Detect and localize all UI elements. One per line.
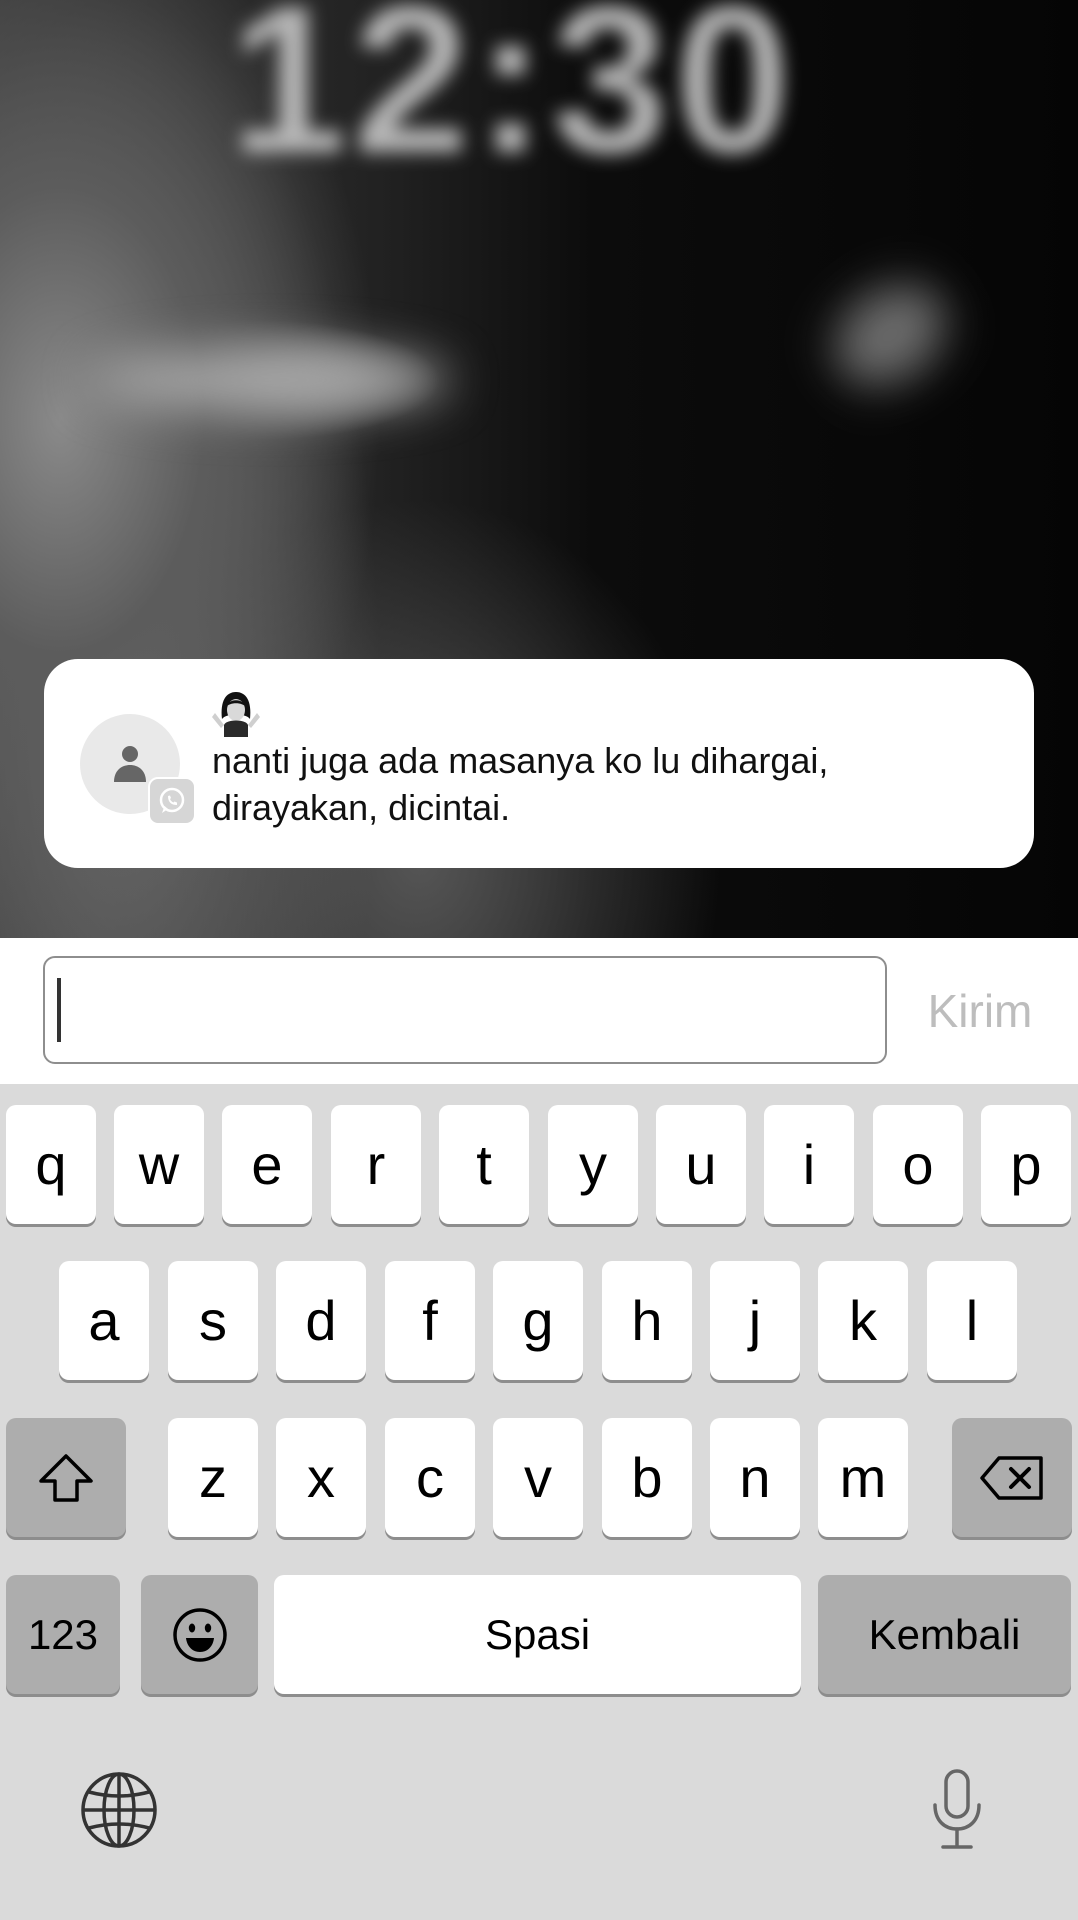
- shrug-woman-emoji-icon: [212, 692, 260, 737]
- key-h[interactable]: h: [602, 1261, 692, 1380]
- key-u[interactable]: u: [656, 1105, 746, 1224]
- key-q[interactable]: q: [6, 1105, 96, 1224]
- key-m[interactable]: m: [818, 1418, 908, 1537]
- send-button[interactable]: Kirim: [905, 986, 1055, 1036]
- key-c[interactable]: c: [385, 1418, 475, 1537]
- background-clock: 12:30: [230, 0, 798, 197]
- emoji-key[interactable]: [141, 1575, 258, 1694]
- globe-button[interactable]: [74, 1765, 164, 1855]
- key-n[interactable]: n: [710, 1418, 800, 1537]
- key-b[interactable]: b: [602, 1418, 692, 1537]
- reply-input[interactable]: [43, 956, 887, 1064]
- microphone-icon: [933, 1769, 981, 1849]
- key-y[interactable]: y: [548, 1105, 638, 1224]
- key-x[interactable]: x: [276, 1418, 366, 1537]
- globe-icon: [81, 1772, 157, 1848]
- reply-bar: Kirim: [0, 938, 1078, 1084]
- space-key[interactable]: Spasi: [274, 1575, 801, 1694]
- background-blur-blob: [815, 263, 965, 407]
- delete-key[interactable]: [952, 1418, 1072, 1537]
- backspace-icon: [980, 1455, 1043, 1500]
- whatsapp-icon: [159, 787, 185, 813]
- key-p[interactable]: p: [981, 1105, 1071, 1224]
- key-z[interactable]: z: [168, 1418, 258, 1537]
- key-l[interactable]: l: [927, 1261, 1017, 1380]
- keyboard: q w e r t y u i o p a s d f g h j k l z …: [0, 1084, 1078, 1920]
- key-f[interactable]: f: [385, 1261, 475, 1380]
- shift-key[interactable]: [6, 1418, 126, 1537]
- notification-card[interactable]: nanti juga ada masanya ko lu dihargai, d…: [44, 659, 1034, 868]
- key-s[interactable]: s: [168, 1261, 258, 1380]
- key-r[interactable]: r: [331, 1105, 421, 1224]
- notification-message: nanti juga ada masanya ko lu dihargai, d…: [212, 740, 829, 828]
- person-icon: [114, 746, 146, 782]
- background-blur-streak: [90, 350, 450, 410]
- key-w[interactable]: w: [114, 1105, 204, 1224]
- text-cursor: [57, 978, 61, 1042]
- key-e[interactable]: e: [222, 1105, 312, 1224]
- key-i[interactable]: i: [764, 1105, 854, 1224]
- key-t[interactable]: t: [439, 1105, 529, 1224]
- numbers-key[interactable]: 123: [6, 1575, 120, 1694]
- key-v[interactable]: v: [493, 1418, 583, 1537]
- key-d[interactable]: d: [276, 1261, 366, 1380]
- emoji-icon: [172, 1607, 227, 1662]
- return-key[interactable]: Kembali: [818, 1575, 1071, 1694]
- key-g[interactable]: g: [493, 1261, 583, 1380]
- key-j[interactable]: j: [710, 1261, 800, 1380]
- key-a[interactable]: a: [59, 1261, 149, 1380]
- shift-icon: [39, 1453, 93, 1502]
- whatsapp-badge: [148, 777, 196, 825]
- key-k[interactable]: k: [818, 1261, 908, 1380]
- key-o[interactable]: o: [873, 1105, 963, 1224]
- dictation-button[interactable]: [912, 1760, 1002, 1860]
